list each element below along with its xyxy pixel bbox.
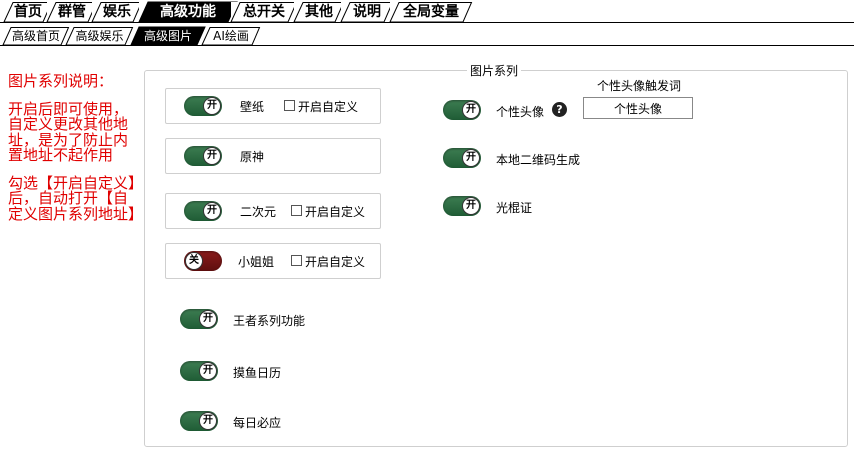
avatar-label: 个性头像 <box>496 105 545 119</box>
tab-label: AI绘画 <box>213 29 249 43</box>
toggle-knob: 开 <box>203 147 221 165</box>
sub-tab-bar: 高级首页 高级娱乐 高级图片 AI绘画 <box>0 25 854 47</box>
toggle-knob: 开 <box>462 197 480 215</box>
subtab-ai-drawing[interactable]: AI绘画 <box>201 27 261 46</box>
daily-bing-label: 每日必应 <box>233 416 282 430</box>
wallpaper-toggle[interactable]: 开 <box>184 96 222 116</box>
main-tab-bar: 首页 群管 娱乐 高级功能 总开关 其他 说明 全局变量 <box>0 0 854 23</box>
tab-label: 全局变量 <box>403 4 459 20</box>
toggle-knob: 开 <box>462 101 480 119</box>
tab-label: 其他 <box>305 4 333 20</box>
anime-toggle[interactable]: 开 <box>184 201 222 221</box>
tab-label: 高级功能 <box>160 4 216 20</box>
tab-label: 首页 <box>14 4 42 20</box>
tab-entertainment[interactable]: 娱乐 <box>91 2 143 23</box>
kings-label: 王者系列功能 <box>233 314 306 328</box>
description-title: 图片系列说明： <box>8 72 114 90</box>
tab-help[interactable]: 说明 <box>340 2 394 23</box>
tab-advanced[interactable]: 高级功能 <box>138 1 238 23</box>
tab-home[interactable]: 首页 <box>3 2 53 23</box>
tab-label: 高级娱乐 <box>75 29 124 43</box>
toggle-knob: 开 <box>462 149 480 167</box>
sister-toggle[interactable]: 关 <box>184 251 222 271</box>
tab-label: 总开关 <box>243 4 285 20</box>
sister-custom-checkbox[interactable] <box>291 255 302 266</box>
tab-label: 高级图片 <box>143 29 192 43</box>
daily-bing-toggle[interactable]: 开 <box>180 411 218 431</box>
description-panel: 图片系列说明： 开启后即可使用，自定义更改其他地址，是为了防止内置地址不起作用 … <box>8 72 144 234</box>
tab-label: 娱乐 <box>103 4 131 20</box>
toggle-knob: 开 <box>199 310 217 328</box>
description-paragraph-1: 开启后即可使用，自定义更改其他地址，是为了防止内置地址不起作用 <box>8 99 129 164</box>
kings-toggle[interactable]: 开 <box>180 309 218 329</box>
anime-box: 开 二次元 开启自定义 <box>165 193 381 229</box>
avatar-trigger-input[interactable] <box>583 97 693 119</box>
wallpaper-custom-checkbox[interactable] <box>284 100 295 111</box>
toggle-knob: 开 <box>199 412 217 430</box>
fishing-calendar-label: 摸鱼日历 <box>233 366 282 380</box>
wallpaper-label: 壁纸 <box>240 100 265 114</box>
anime-label: 二次元 <box>240 205 277 219</box>
sister-label: 小姐姐 <box>238 255 275 269</box>
tab-label: 说明 <box>353 4 381 20</box>
tab-group-manage[interactable]: 群管 <box>46 2 98 23</box>
bachelor-cert-row: 开 光棍证 <box>443 194 643 224</box>
sister-box: 关 小姐姐 开启自定义 <box>165 243 381 279</box>
subtab-advanced-home[interactable]: 高级首页 <box>2 27 70 46</box>
subtab-advanced-entertainment[interactable]: 高级娱乐 <box>65 27 134 46</box>
tab-master-switch[interactable]: 总开关 <box>230 2 298 23</box>
fishing-calendar-toggle[interactable]: 开 <box>180 361 218 381</box>
toggle-knob: 开 <box>199 362 217 380</box>
genshin-box: 开 原神 <box>165 138 381 174</box>
genshin-toggle[interactable]: 开 <box>184 146 222 166</box>
tab-label: 群管 <box>58 4 86 20</box>
sister-custom-label: 开启自定义 <box>305 255 366 269</box>
qrcode-row: 开 本地二维码生成 <box>443 146 643 176</box>
description-paragraph-2: 勾选【开启自定义】后，自动打开【自定义图片系列地址】 <box>8 173 144 223</box>
qrcode-toggle[interactable]: 开 <box>443 148 481 168</box>
subtab-advanced-images[interactable]: 高级图片 <box>130 26 206 46</box>
bachelor-cert-label: 光棍证 <box>496 201 533 215</box>
qrcode-label: 本地二维码生成 <box>496 153 581 167</box>
question-circle-icon[interactable]: ? <box>552 102 567 117</box>
bachelor-cert-toggle[interactable]: 开 <box>443 196 481 216</box>
fishing-calendar-row: 开 摸鱼日历 <box>180 359 380 389</box>
wallpaper-box: 开 壁纸 开启自定义 <box>165 88 381 124</box>
toggle-knob: 关 <box>185 252 203 270</box>
avatar-trigger-label: 个性头像触发词 <box>597 79 682 93</box>
avatar-row: 开 个性头像 ? <box>443 98 583 128</box>
toggle-knob: 开 <box>203 97 221 115</box>
avatar-toggle[interactable]: 开 <box>443 100 481 120</box>
tab-global-vars[interactable]: 全局变量 <box>389 2 473 23</box>
anime-custom-label: 开启自定义 <box>305 205 366 219</box>
image-series-panel: 图片系列 开 壁纸 开启自定义 开 原神 开 二次元 开启自定义 关 小姐姐 开… <box>144 62 848 447</box>
anime-custom-checkbox[interactable] <box>291 205 302 216</box>
kings-row: 开 王者系列功能 <box>180 307 380 337</box>
daily-bing-row: 开 每日必应 <box>180 409 380 439</box>
genshin-label: 原神 <box>240 150 265 164</box>
tab-other[interactable]: 其他 <box>293 2 345 23</box>
panel-legend: 图片系列 <box>467 62 522 79</box>
wallpaper-custom-label: 开启自定义 <box>298 100 359 114</box>
tab-label: 高级首页 <box>11 29 60 43</box>
toggle-knob: 开 <box>203 202 221 220</box>
